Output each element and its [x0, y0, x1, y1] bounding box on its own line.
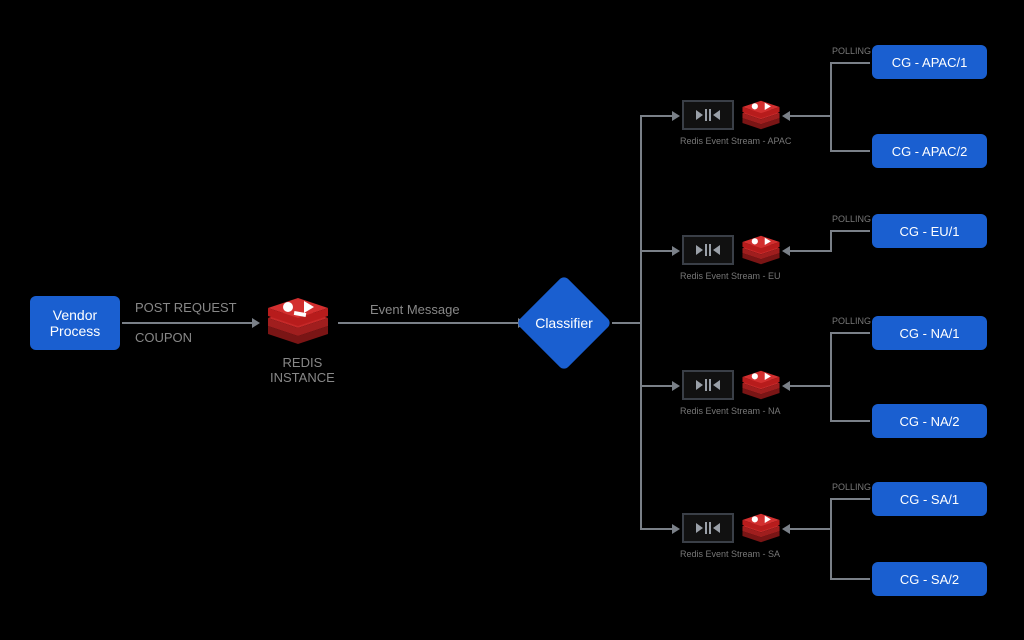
conn-sa-bus	[830, 498, 832, 580]
stream-na-label: Redis Event Stream - NA	[680, 406, 781, 416]
conn-na-c1	[832, 332, 870, 334]
redis-sa-icon	[740, 508, 782, 553]
redis-na-icon	[740, 365, 782, 410]
conn-eu-c1	[832, 230, 870, 232]
conn-to-stream-apac	[642, 115, 672, 117]
conn-vendor-redis	[122, 322, 252, 324]
conn-fanout-bus	[640, 115, 642, 530]
stream-sa-icon	[682, 513, 734, 543]
stream-sa-label: Redis Event Stream - SA	[680, 549, 780, 559]
stream-eu-label: Redis Event Stream - EU	[680, 271, 781, 281]
conn-to-stream-eu	[642, 250, 672, 252]
arrow-to-stream-sa	[672, 524, 680, 534]
polling-sa: POLLING	[832, 482, 871, 492]
stream-na-icon	[682, 370, 734, 400]
conn-eu-bus	[830, 230, 832, 252]
conn-sa-back	[790, 528, 830, 530]
polling-na: POLLING	[832, 316, 871, 326]
cg-apac-2: CG - APAC/2	[872, 134, 987, 168]
edge-label-post: POST REQUEST	[135, 300, 237, 315]
conn-na-bus	[830, 332, 832, 422]
conn-sa-c2	[832, 578, 870, 580]
cg-sa-1: CG - SA/1	[872, 482, 987, 516]
arrow-sa-back	[782, 524, 790, 534]
conn-redis-classifier	[338, 322, 518, 324]
stream-apac-label: Redis Event Stream - APAC	[680, 136, 791, 146]
conn-apac-bus	[830, 62, 832, 152]
arrow-to-stream-eu	[672, 246, 680, 256]
arrow-to-stream-apac	[672, 111, 680, 121]
cg-na-2: CG - NA/2	[872, 404, 987, 438]
conn-to-stream-sa	[642, 528, 672, 530]
redis-main-icon	[264, 290, 332, 357]
conn-apac-c2	[832, 150, 870, 152]
classifier-label: Classifier	[535, 315, 593, 331]
conn-na-back	[790, 385, 830, 387]
cg-sa-2: CG - SA/2	[872, 562, 987, 596]
conn-eu-back	[790, 250, 830, 252]
conn-fanout-trunk	[612, 322, 642, 324]
conn-apac-c1	[832, 62, 870, 64]
arrow-apac-back	[782, 111, 790, 121]
cg-eu-1: CG - EU/1	[872, 214, 987, 248]
redis-main-label: REDIS INSTANCE	[270, 355, 335, 385]
cg-na-1: CG - NA/1	[872, 316, 987, 350]
arrow-eu-back	[782, 246, 790, 256]
arrow-na-back	[782, 381, 790, 391]
polling-eu: POLLING	[832, 214, 871, 224]
conn-to-stream-na	[642, 385, 672, 387]
redis-apac-icon	[740, 95, 782, 140]
polling-apac: POLLING	[832, 46, 871, 56]
redis-eu-icon	[740, 230, 782, 275]
arrow-vendor-redis	[252, 318, 260, 328]
conn-apac-back	[790, 115, 830, 117]
stream-apac-icon	[682, 100, 734, 130]
conn-sa-c1	[832, 498, 870, 500]
conn-na-c2	[832, 420, 870, 422]
stream-eu-icon	[682, 235, 734, 265]
vendor-process-node: Vendor Process	[30, 296, 120, 350]
cg-apac-1: CG - APAC/1	[872, 45, 987, 79]
edge-label-coupon: COUPON	[135, 330, 192, 345]
arrow-to-stream-na	[672, 381, 680, 391]
edge-label-event: Event Message	[370, 302, 460, 317]
